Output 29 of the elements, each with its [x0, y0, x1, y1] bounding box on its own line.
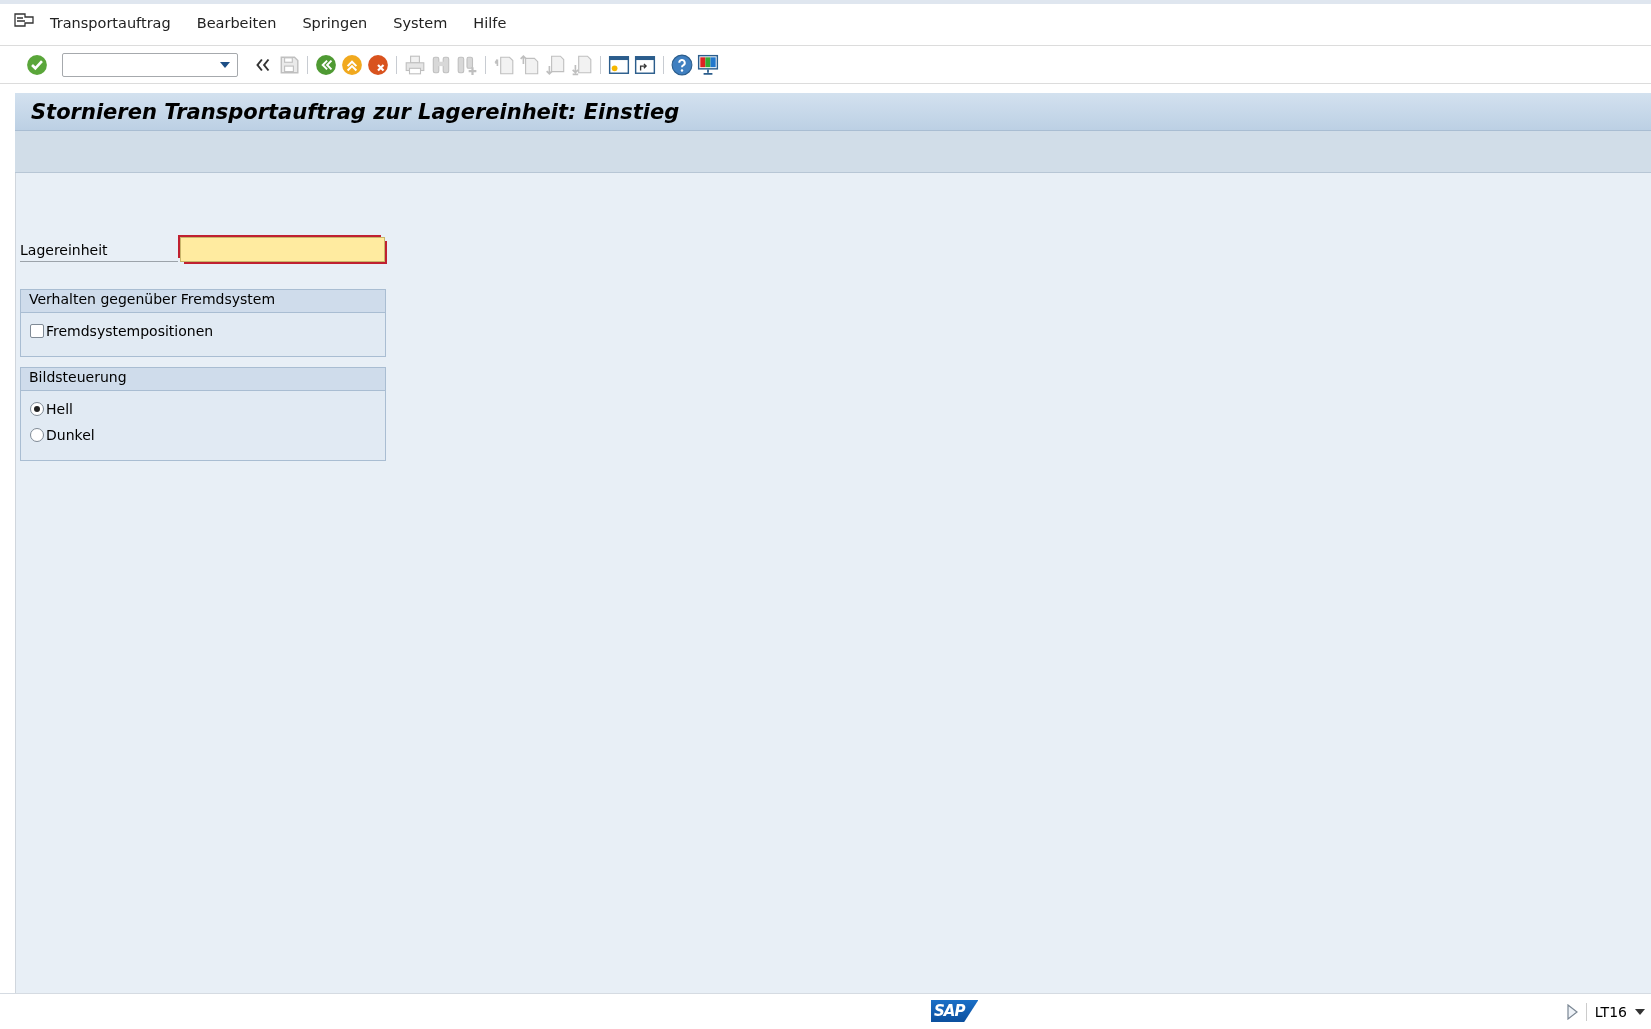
sap-logo: SAP — [931, 1000, 979, 1022]
exit-icon[interactable] — [341, 53, 363, 76]
option-label: Fremdsystempositionen — [46, 322, 214, 339]
option-label: Dunkel — [46, 426, 95, 443]
checkbox[interactable] — [30, 323, 44, 338]
input-field[interactable] — [180, 237, 385, 262]
radio-button[interactable] — [30, 401, 44, 416]
menu-item[interactable]: Transportauftrag — [50, 14, 171, 35]
menu-item[interactable]: Bearbeiten — [196, 14, 277, 35]
command-field[interactable] — [62, 52, 238, 77]
back-icon[interactable] — [315, 53, 337, 76]
menu-icon[interactable] — [14, 12, 34, 29]
caret-icon[interactable] — [1635, 1007, 1645, 1016]
group-title: Verhalten gegenüber Fremdsystem — [21, 290, 385, 313]
new-window-icon[interactable] — [608, 53, 630, 76]
check-icon[interactable] — [26, 53, 48, 76]
group-title: Bildsteuerung — [21, 368, 385, 391]
option-label: Hell — [46, 400, 73, 417]
menu-item[interactable]: Springen — [302, 14, 368, 35]
help-icon[interactable] — [671, 53, 693, 76]
cancel-icon[interactable] — [367, 53, 389, 76]
menu-item[interactable]: System — [393, 14, 448, 35]
screen-title: Stornieren Transportauftrag zur Lagereinheit: Einstieg — [31, 99, 680, 124]
radio-button[interactable] — [30, 427, 44, 442]
shortcut-window-icon[interactable] — [634, 53, 656, 76]
play-icon[interactable] — [1565, 1003, 1578, 1020]
transaction-code: LT16 — [1594, 1003, 1627, 1020]
monitor-icon[interactable] — [697, 53, 719, 76]
menu-item[interactable]: Hilfe — [473, 14, 507, 35]
